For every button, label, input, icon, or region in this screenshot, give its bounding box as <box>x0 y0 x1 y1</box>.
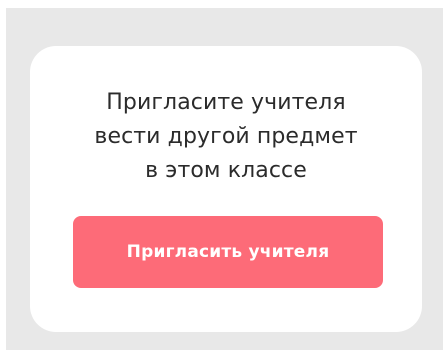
page-backdrop: Пригласите учителя вести другой предмет … <box>6 8 443 350</box>
invite-message-line-2: вести другой предмет <box>94 124 358 149</box>
invite-teacher-card: Пригласите учителя вести другой предмет … <box>30 46 422 332</box>
invite-message-line-3: в этом классе <box>145 158 307 183</box>
invite-message-line-1: Пригласите учителя <box>106 90 346 115</box>
invite-message: Пригласите учителя вести другой предмет … <box>30 86 422 188</box>
invite-teacher-button[interactable]: Пригласить учителя <box>73 216 383 288</box>
